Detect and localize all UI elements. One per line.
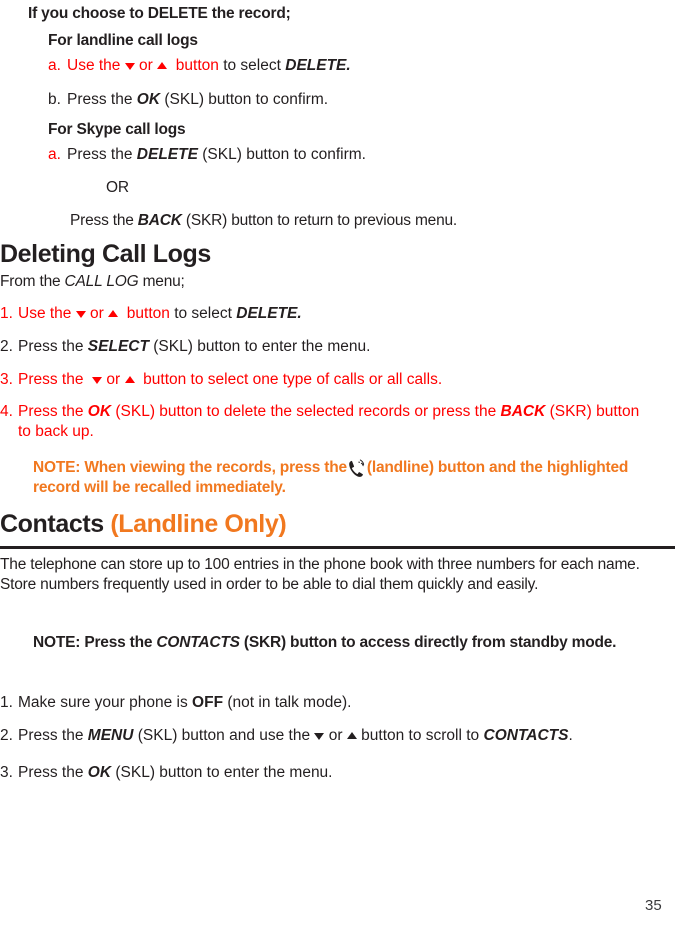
skype-item-a-text-1: Press the — [67, 146, 133, 163]
arrow-down-icon — [314, 733, 325, 740]
intro-post: menu; — [142, 273, 185, 290]
landline-item-b-marker: b. — [48, 91, 61, 108]
contacts-note-text-1: NOTE: Press the — [33, 634, 153, 651]
deleting-call-logs-title: Deleting Call Logs — [0, 240, 211, 268]
skype-back-text-1: Press the — [70, 212, 134, 229]
delete-step-2-marker: 2. — [0, 338, 13, 355]
contacts-step-2-menu: MENU — [87, 727, 134, 744]
contacts-step-3-text-1: Press the — [18, 764, 84, 781]
skype-item-a-delete: DELETE — [136, 146, 198, 163]
contacts-note: NOTE: Press the CONTACTS (SKR) button to… — [33, 633, 633, 653]
delete-step-2-select: SELECT — [87, 338, 149, 355]
contacts-step-3-ok: OK — [87, 764, 112, 781]
delete-step-1-pre: Use the — [18, 305, 72, 322]
arrow-down-icon — [124, 63, 135, 70]
landline-item-a-or: or — [139, 57, 153, 74]
delete-step-2: 2. Press the SELECT (SKL) button to ente… — [0, 337, 655, 357]
page-number: 35 — [645, 897, 662, 914]
landline-item-a: a. Use the or button to select DELETE. — [48, 56, 655, 76]
landline-item-a-mid: button — [175, 57, 219, 74]
contacts-paragraph: The telephone can store up to 100 entrie… — [0, 556, 640, 593]
delete-step-1-marker: 1. — [0, 305, 13, 322]
delete-step-3-or: or — [106, 371, 121, 388]
skype-item-a: a. Press the DELETE (SKL) button to conf… — [48, 145, 655, 165]
deleting-call-logs-intro: From the CALL LOG menu; — [0, 272, 675, 292]
arrow-up-icon — [108, 310, 119, 317]
or-label: OR — [106, 179, 129, 196]
delete-step-2-text-2: (SKL) button to enter the menu. — [153, 338, 371, 355]
delete-step-4-back: BACK — [500, 403, 546, 420]
contacts-step-1: 1. Make sure your phone is OFF (not in t… — [0, 693, 655, 713]
landline-item-a-post: to select — [223, 57, 281, 74]
landline-item-b-text-1: Press the — [67, 91, 133, 108]
delete-step-3-marker: 3. — [0, 371, 13, 388]
skype-item-a-text-2: (SKL) button to confirm. — [202, 146, 366, 163]
landline-subheading: For landline call logs — [48, 32, 198, 49]
landline-item-a-marker: a. — [48, 57, 61, 74]
contacts-step-2-text-1: Press the — [18, 727, 84, 744]
contacts-step-2-text-4: . — [568, 727, 573, 744]
delete-step-1-target: DELETE. — [236, 305, 302, 322]
intro-menu-name: CALL LOG — [64, 273, 139, 290]
landline-item-a-target: DELETE. — [285, 57, 351, 74]
arrow-down-icon — [92, 377, 103, 384]
contacts-note-contacts-label: CONTACTS — [156, 634, 240, 651]
skype-back-bold: BACK — [137, 212, 182, 229]
landline-item-b: b. Press the OK (SKL) button to confirm. — [48, 90, 655, 110]
intro-pre: From the — [0, 273, 61, 290]
arrow-up-icon — [346, 732, 357, 739]
delete-note: NOTE: When viewing the records, press th… — [33, 458, 638, 498]
contacts-step-2: 2. Press the MENU (SKL) button and use t… — [0, 726, 668, 746]
contacts-step-3-marker: 3. — [0, 764, 13, 781]
landline-item-b-text-2: (SKL) button to confirm. — [164, 91, 329, 108]
skype-back-text-2: (SKR) button to return to previous menu. — [185, 212, 458, 229]
landline-item-a-pre: Use the — [67, 57, 121, 74]
contacts-step-1-marker: 1. — [0, 694, 13, 711]
skype-subheading: For Skype call logs — [48, 121, 186, 138]
contacts-step-2-contacts: CONTACTS — [483, 727, 569, 744]
delete-note-text-1: NOTE: When viewing the records, press th… — [33, 459, 347, 476]
contacts-step-3: 3. Press the OK (SKL) button to enter th… — [0, 763, 655, 783]
delete-step-4: 4. Press the OK (SKL) button to delete t… — [0, 402, 655, 442]
skype-item-a-marker: a. — [48, 146, 61, 163]
arrow-up-icon — [124, 376, 135, 383]
intro-heading: If you choose to DELETE the record; — [28, 5, 291, 22]
contacts-step-2-text-3: button to scroll to — [361, 727, 480, 744]
phone-handset-icon — [347, 459, 367, 477]
delete-step-4-marker: 4. — [0, 403, 13, 420]
delete-step-3-post: button to select one type of calls or al… — [143, 371, 443, 388]
delete-step-1-post: to select — [174, 305, 232, 322]
delete-step-2-text-1: Press the — [18, 338, 84, 355]
contacts-step-1-text-1: Make sure your phone is — [18, 694, 188, 711]
landline-item-b-ok: OK — [136, 91, 161, 108]
delete-step-1-mid: button — [126, 305, 170, 322]
arrow-down-icon — [75, 311, 86, 318]
contacts-title: Contacts (Landline Only) — [0, 510, 675, 539]
delete-step-3: 3. Press the or button to select one typ… — [0, 370, 655, 390]
arrow-up-icon — [157, 62, 168, 69]
delete-step-1: 1. Use the or button to select DELETE. — [0, 304, 655, 324]
contacts-step-1-text-2: (not in talk mode). — [227, 694, 352, 711]
delete-step-4-text-1: Press the — [18, 403, 84, 420]
manual-page: If you choose to DELETE the record; For … — [0, 0, 675, 930]
delete-step-4-text-2: (SKL) button to delete the selected reco… — [115, 403, 497, 420]
delete-step-3-pre: Press the — [18, 371, 84, 388]
contacts-step-2-marker: 2. — [0, 727, 13, 744]
skype-back-line: Press the BACK (SKR) button to return to… — [70, 211, 675, 231]
delete-step-1-or: or — [90, 305, 104, 322]
contacts-title-qualifier: (Landline Only) — [110, 510, 287, 538]
contacts-step-2-or: or — [328, 727, 343, 744]
delete-step-4-ok: OK — [87, 403, 112, 420]
contacts-step-1-off: OFF — [192, 694, 224, 711]
contacts-title-main: Contacts — [0, 510, 104, 538]
contacts-step-3-text-2: (SKL) button to enter the menu. — [115, 764, 333, 781]
contacts-note-text-2: (SKR) button to access directly from sta… — [243, 634, 617, 651]
contacts-heading-rule — [0, 546, 675, 549]
contacts-step-2-text-2: (SKL) button and use the — [137, 727, 311, 744]
